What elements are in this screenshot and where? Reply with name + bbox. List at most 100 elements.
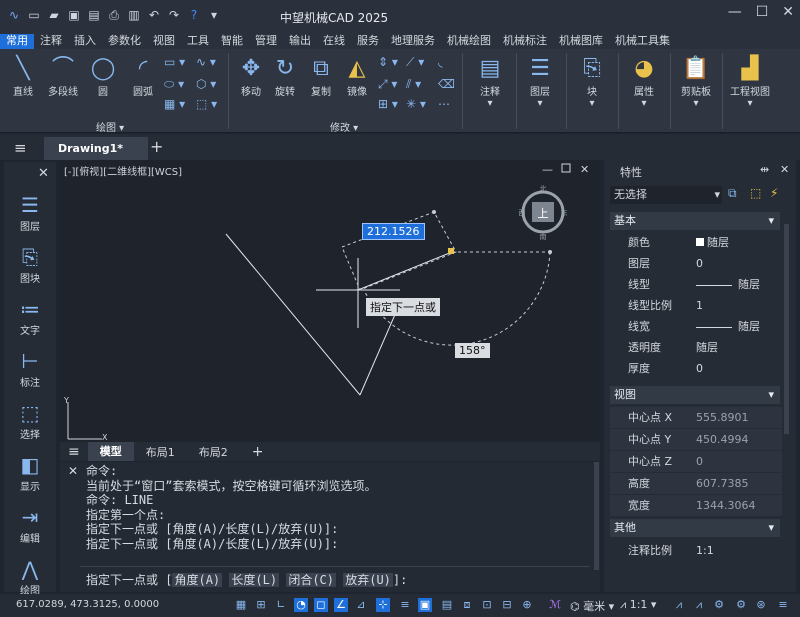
offset-icon[interactable]: ⫽ ▾ (406, 77, 421, 92)
prop-row[interactable]: 注释比例 1:1 (610, 540, 782, 561)
scale-icon[interactable]: ⤢ ▾ (378, 77, 397, 92)
properties-button[interactable]: ◕ 属性 ▾ (624, 55, 664, 109)
toggle-pickadd-icon[interactable]: ⧉ (728, 186, 737, 201)
tab-online[interactable]: 在线 (317, 34, 351, 49)
command-scrollbar[interactable] (594, 462, 599, 570)
palette-dimension[interactable]: ⊢ 标注 (8, 348, 52, 389)
quick-props-icon[interactable]: ▤ (440, 598, 454, 612)
copy-button[interactable]: ⧉ 复制 (302, 55, 340, 98)
palette-edit[interactable]: ⇥ 编辑 (8, 504, 52, 545)
drawing-canvas[interactable]: — ✕ 上 北 南 东 西 Y X (60, 160, 600, 442)
hatch-icon[interactable]: ▦ ▾ (164, 97, 185, 111)
help-icon[interactable]: ? (186, 7, 202, 23)
move-button[interactable]: ✥ 移动 (232, 55, 270, 98)
transparency-icon[interactable]: ▣ (418, 598, 432, 612)
section-other[interactable]: 其他 ▾ (610, 519, 780, 537)
explode-icon[interactable]: ✳ ▾ (406, 97, 426, 111)
erase-icon[interactable]: ⌫ (438, 77, 455, 91)
palette-draw[interactable]: ⋀ 绘图 (8, 556, 52, 597)
add-layout-icon[interactable]: + (240, 444, 276, 460)
ortho-icon[interactable]: ∟ (274, 598, 288, 612)
prop-row[interactable]: 宽度 1344.3064 (610, 495, 782, 516)
tab-home[interactable]: 常用 (0, 34, 34, 49)
tab-mech-dim[interactable]: 机械标注 (497, 34, 553, 49)
3d-osnap-icon[interactable]: ⊡ (480, 598, 494, 612)
minimize-button[interactable]: — (728, 4, 742, 20)
close-palette-icon[interactable]: ✕ (38, 166, 49, 181)
length-input-field[interactable]: 212.1526 (362, 223, 425, 240)
customize-icon[interactable]: ≡ (776, 598, 790, 612)
workspace-icon[interactable]: ⚙ (712, 598, 726, 612)
properties-scrollbar[interactable] (784, 224, 789, 434)
tab-model[interactable]: 模型 (87, 442, 134, 461)
units-dropdown[interactable]: ⌬ 毫米 ▾ (570, 598, 614, 614)
tab-manage[interactable]: 管理 (249, 34, 283, 49)
panel-close-icon[interactable]: ✕ (780, 163, 789, 176)
quick-select-icon[interactable]: ⚡ (770, 186, 778, 200)
tab-view[interactable]: 视图 (147, 34, 181, 49)
viewcube[interactable]: 上 北 南 东 西 (519, 185, 568, 241)
option-close[interactable]: 闭合(C) (286, 573, 336, 587)
line-button[interactable]: ╲ 直线 (4, 55, 42, 98)
snap-icon[interactable]: ⊞ (254, 598, 268, 612)
tab-smart[interactable]: 智能 (215, 34, 249, 49)
trim-icon[interactable]: ⟋ ▾ (406, 55, 424, 70)
palette-select[interactable]: ⬚ 选择 (8, 400, 52, 441)
rectangle-icon[interactable]: ▭ ▾ (164, 55, 185, 69)
tab-insert[interactable]: 插入 (68, 34, 102, 49)
scale-dropdown[interactable]: ⩘ 1:1 ▾ (620, 598, 656, 612)
prop-row[interactable]: 线型 随层 (610, 274, 782, 295)
rotate-button[interactable]: ↻ 旋转 (266, 55, 304, 98)
prop-row[interactable]: 线型比例 1 (610, 295, 782, 316)
ellipse-icon[interactable]: ⬭ ▾ (164, 77, 184, 92)
stretch-icon[interactable]: ⇕ ▾ (378, 55, 398, 69)
smart-icon[interactable]: ℳ (548, 598, 562, 612)
layout-menu-icon[interactable]: ≡ (60, 444, 88, 460)
palette-layer[interactable]: ☰ 图层 (8, 192, 52, 233)
new-tab-icon[interactable]: + (150, 137, 163, 156)
section-basic[interactable]: 基本 ▾ (610, 212, 780, 230)
tab-mech-draw[interactable]: 机械绘图 (441, 34, 497, 49)
dropdown-icon[interactable]: ▾ (206, 7, 222, 23)
polyline-button[interactable]: ⌒ 多段线 (44, 55, 82, 98)
tab-geo-service[interactable]: 地理服务 (385, 34, 441, 49)
print-icon[interactable]: ⎙ (106, 7, 122, 23)
command-close-icon[interactable]: ✕ (68, 464, 78, 478)
prop-row[interactable]: 中心点 Y 450.4994 (610, 429, 782, 450)
tab-tools[interactable]: 工具 (181, 34, 215, 49)
units-icon[interactable]: ⊕ (520, 598, 534, 612)
pin-icon[interactable]: ⇹ (760, 163, 769, 176)
prop-row[interactable]: 中心点 Z0 (610, 451, 782, 472)
option-undo[interactable]: 放弃(U) (343, 573, 393, 587)
plot-preview-icon[interactable]: ▥ (126, 7, 142, 23)
prop-row[interactable]: 颜色 随层 (610, 232, 782, 253)
tab-parametric[interactable]: 参数化 (102, 34, 147, 49)
prop-row[interactable]: 厚度 0 (610, 358, 782, 379)
section-view[interactable]: 视图 ▾ (610, 386, 780, 404)
tab-annotate[interactable]: 注释 (34, 34, 68, 49)
dyn-ucs-icon[interactable]: ⊿ (354, 598, 368, 612)
polar-icon[interactable]: ◔ (294, 598, 308, 612)
tab-layout1[interactable]: 布局1 (134, 444, 187, 460)
option-length[interactable]: 长度(L) (229, 573, 280, 587)
open-file-icon[interactable]: ▰ (46, 7, 62, 23)
spline-icon[interactable]: ∿ ▾ (196, 55, 216, 69)
prop-row[interactable]: 透明度 随层 (610, 337, 782, 358)
palette-display[interactable]: ◧ 显示 (8, 452, 52, 493)
save-icon[interactable]: ▣ (66, 7, 82, 23)
dyn-input-icon[interactable]: ⊹ (376, 598, 390, 612)
selection-dropdown[interactable]: 无选择 ▾ (610, 186, 722, 204)
fillet-icon[interactable]: ◟ (438, 55, 443, 69)
tab-mech-tools[interactable]: 机械工具集 (609, 34, 676, 49)
annotation-monitor-icon[interactable]: ⊟ (500, 598, 514, 612)
otrack-icon[interactable]: ∠ (334, 598, 348, 612)
palette-block[interactable]: ⎘ 图块 (8, 244, 52, 285)
join-icon[interactable]: ⋯ (438, 97, 450, 111)
array-icon[interactable]: ⊞ ▾ (378, 97, 398, 111)
draw-group-label[interactable]: 绘图 ▾ (96, 119, 124, 134)
option-angle[interactable]: 角度(A) (172, 573, 223, 587)
mirror-button[interactable]: ◭ 镜像 (338, 55, 376, 98)
grid-icon[interactable]: ▦ (234, 598, 248, 612)
annotation-visibility-icon[interactable]: ⩘ (672, 598, 686, 612)
drawing-tab[interactable]: Drawing1* (44, 137, 148, 160)
